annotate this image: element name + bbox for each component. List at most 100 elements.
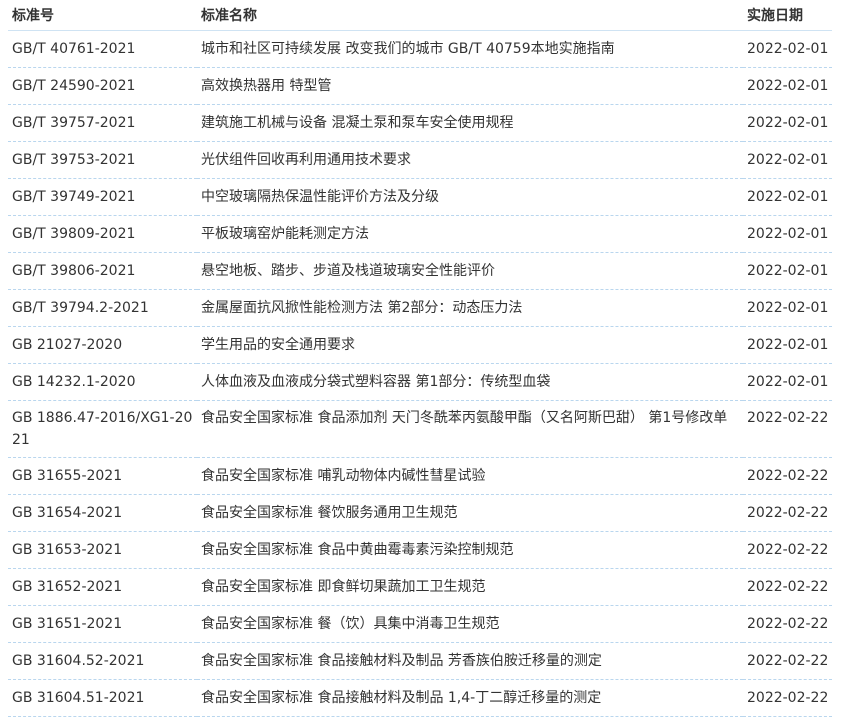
header-row: 标准号 标准名称 实施日期 [8,0,832,31]
standard-name-cell: 中空玻璃隔热保温性能评价方法及分级 [197,178,743,216]
implementation-date: 2022-02-01 [743,104,832,142]
standard-number-cell: GB/T 39806-2021 [8,252,197,290]
implementation-date: 2022-02-22 [743,494,832,532]
standard-number-link[interactable]: GB/T 39753-2021 [12,152,135,168]
standard-name-link[interactable]: 学生用品的安全通用要求 [201,337,355,353]
implementation-date: 2022-02-22 [743,568,832,606]
standard-name-cell: 金属屋面抗风掀性能检测方法 第2部分：动态压力法 [197,289,743,327]
table-header: 标准号 标准名称 实施日期 [8,0,832,31]
implementation-date: 2022-02-22 [743,400,832,458]
implementation-date: 2022-02-01 [743,178,832,216]
table-row: GB/T 39809-2021 平板玻璃窑炉能耗测定方法 2022-02-01 [8,215,832,253]
standard-number-link[interactable]: GB 31651-2021 [12,616,122,632]
standard-name-cell: 食品安全国家标准 即食鲜切果蔬加工卫生规范 [197,568,743,606]
implementation-date: 2022-02-01 [743,326,832,364]
standard-number-link[interactable]: GB/T 40761-2021 [12,41,135,57]
standard-name-link[interactable]: 高效换热器用 特型管 [201,78,331,94]
column-header-date: 实施日期 [743,0,832,31]
standard-number-link[interactable]: GB 14232.1-2020 [12,374,135,390]
standard-number-cell: GB 1886.47-2016/XG1-2021 [8,400,197,458]
standard-number-cell: GB/T 39753-2021 [8,141,197,179]
standard-number-cell: GB/T 39749-2021 [8,178,197,216]
standard-number-cell: GB 31655-2021 [8,457,197,495]
standard-number-link[interactable]: GB 31655-2021 [12,468,122,484]
table-row: GB 31604.51-2021 食品安全国家标准 食品接触材料及制品 1,4-… [8,679,832,717]
standard-name-cell: 食品安全国家标准 餐饮服务通用卫生规范 [197,494,743,532]
standard-name-link[interactable]: 食品安全国家标准 餐（饮）具集中消毒卫生规范 [201,616,499,632]
standard-name-link[interactable]: 食品安全国家标准 食品接触材料及制品 1,4-丁二醇迁移量的测定 [201,690,601,706]
standard-name-link[interactable]: 食品安全国家标准 餐饮服务通用卫生规范 [201,505,457,521]
table-row: GB 31604.52-2021 食品安全国家标准 食品接触材料及制品 芳香族伯… [8,642,832,680]
standard-number-link[interactable]: GB 31604.51-2021 [12,690,144,706]
table-row: GB 1886.47-2016/XG1-2021 食品安全国家标准 食品添加剂 … [8,400,832,458]
standard-number-link[interactable]: GB/T 24590-2021 [12,78,135,94]
standard-number-link[interactable]: GB/T 39794.2-2021 [12,300,149,316]
standard-number-cell: GB 31651-2021 [8,605,197,643]
standard-name-link[interactable]: 食品安全国家标准 哺乳动物体内碱性彗星试验 [201,468,485,484]
implementation-date: 2022-02-22 [743,457,832,495]
standard-number-cell: GB 31604.52-2021 [8,642,197,680]
standard-number-link[interactable]: GB 1886.47-2016/XG1-2021 [12,410,192,448]
standard-number-cell: GB 31653-2021 [8,531,197,569]
standards-table: 标准号 标准名称 实施日期 GB/T 40761-2021 城市和社区可持续发展… [8,0,832,717]
standard-name-cell: 食品安全国家标准 餐（饮）具集中消毒卫生规范 [197,605,743,643]
implementation-date: 2022-02-01 [743,30,832,68]
standard-name-link[interactable]: 建筑施工机械与设备 混凝土泵和泵车安全使用规程 [201,115,513,131]
table-row: GB 31653-2021 食品安全国家标准 食品中黄曲霉毒素污染控制规范 20… [8,531,832,569]
standard-name-link[interactable]: 食品安全国家标准 食品接触材料及制品 芳香族伯胺迁移量的测定 [201,653,602,669]
table-row: GB/T 40761-2021 城市和社区可持续发展 改变我们的城市 GB/T … [8,30,832,68]
standard-name-link[interactable]: 金属屋面抗风掀性能检测方法 第2部分：动态压力法 [201,300,522,316]
table-row: GB 31654-2021 食品安全国家标准 餐饮服务通用卫生规范 2022-0… [8,494,832,532]
standard-number-link[interactable]: GB/T 39757-2021 [12,115,135,131]
standard-number-link[interactable]: GB 21027-2020 [12,337,122,353]
standard-number-link[interactable]: GB/T 39749-2021 [12,189,135,205]
standard-name-cell: 食品安全国家标准 食品中黄曲霉毒素污染控制规范 [197,531,743,569]
column-header-name: 标准名称 [197,0,743,31]
standards-list-page: 标准号 标准名称 实施日期 GB/T 40761-2021 城市和社区可持续发展… [0,0,862,717]
standard-name-cell: 学生用品的安全通用要求 [197,326,743,364]
table-row: GB 14232.1-2020 人体血液及血液成分袋式塑料容器 第1部分：传统型… [8,363,832,401]
implementation-date: 2022-02-01 [743,141,832,179]
table-row: GB/T 39794.2-2021 金属屋面抗风掀性能检测方法 第2部分：动态压… [8,289,832,327]
standard-name-cell: 城市和社区可持续发展 改变我们的城市 GB/T 40759本地实施指南 [197,30,743,68]
standard-number-cell: GB 14232.1-2020 [8,363,197,401]
standard-number-link[interactable]: GB 31653-2021 [12,542,122,558]
table-row: GB 31652-2021 食品安全国家标准 即食鲜切果蔬加工卫生规范 2022… [8,568,832,606]
standard-number-link[interactable]: GB 31604.52-2021 [12,653,144,669]
standard-number-link[interactable]: GB 31652-2021 [12,579,122,595]
standard-number-link[interactable]: GB/T 39806-2021 [12,263,135,279]
standard-number-cell: GB 21027-2020 [8,326,197,364]
standard-name-link[interactable]: 食品安全国家标准 食品添加剂 天门冬酰苯丙氨酸甲酯（又名阿斯巴甜） 第1号修改单 [201,410,727,426]
standard-name-link[interactable]: 食品安全国家标准 即食鲜切果蔬加工卫生规范 [201,579,485,595]
implementation-date: 2022-02-01 [743,67,832,105]
standard-number-link[interactable]: GB 31654-2021 [12,505,122,521]
standard-number-link[interactable]: GB/T 39809-2021 [12,226,135,242]
standard-number-cell: GB 31652-2021 [8,568,197,606]
table-row: GB/T 39753-2021 光伏组件回收再利用通用技术要求 2022-02-… [8,141,832,179]
standard-name-link[interactable]: 悬空地板、踏步、步道及栈道玻璃安全性能评价 [201,263,495,279]
standard-number-cell: GB/T 40761-2021 [8,30,197,68]
standard-name-cell: 建筑施工机械与设备 混凝土泵和泵车安全使用规程 [197,104,743,142]
standard-number-cell: GB 31604.51-2021 [8,679,197,717]
implementation-date: 2022-02-01 [743,215,832,253]
standard-name-cell: 食品安全国家标准 食品接触材料及制品 1,4-丁二醇迁移量的测定 [197,679,743,717]
implementation-date: 2022-02-22 [743,679,832,717]
standard-number-cell: GB/T 39794.2-2021 [8,289,197,327]
implementation-date: 2022-02-22 [743,642,832,680]
standard-name-link[interactable]: 光伏组件回收再利用通用技术要求 [201,152,411,168]
table-row: GB/T 39757-2021 建筑施工机械与设备 混凝土泵和泵车安全使用规程 … [8,104,832,142]
standard-name-link[interactable]: 食品安全国家标准 食品中黄曲霉毒素污染控制规范 [201,542,513,558]
standard-name-link[interactable]: 平板玻璃窑炉能耗测定方法 [201,226,369,242]
standard-name-cell: 平板玻璃窑炉能耗测定方法 [197,215,743,253]
standard-name-link[interactable]: 城市和社区可持续发展 改变我们的城市 GB/T 40759本地实施指南 [201,41,615,57]
standard-name-link[interactable]: 中空玻璃隔热保温性能评价方法及分级 [201,189,439,205]
table-row: GB 21027-2020 学生用品的安全通用要求 2022-02-01 [8,326,832,364]
standard-number-cell: GB/T 39809-2021 [8,215,197,253]
standard-name-cell: 光伏组件回收再利用通用技术要求 [197,141,743,179]
standard-name-cell: 悬空地板、踏步、步道及栈道玻璃安全性能评价 [197,252,743,290]
standard-name-cell: 人体血液及血液成分袋式塑料容器 第1部分：传统型血袋 [197,363,743,401]
table-row: GB/T 24590-2021 高效换热器用 特型管 2022-02-01 [8,67,832,105]
standard-name-link[interactable]: 人体血液及血液成分袋式塑料容器 第1部分：传统型血袋 [201,374,550,390]
implementation-date: 2022-02-01 [743,289,832,327]
standard-number-cell: GB/T 24590-2021 [8,67,197,105]
